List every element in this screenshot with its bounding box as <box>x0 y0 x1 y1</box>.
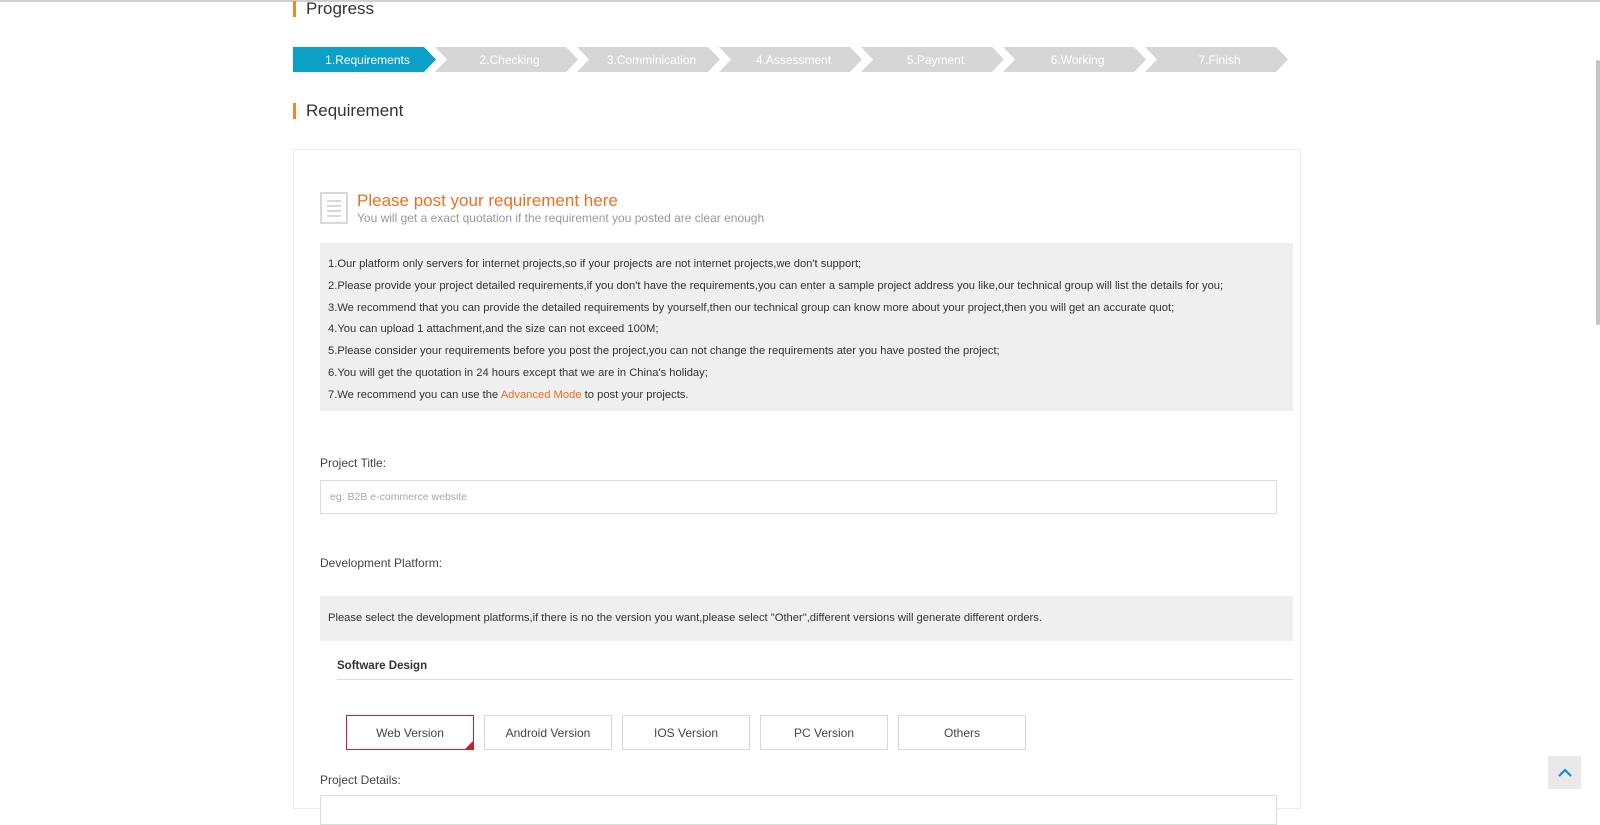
step-working[interactable]: 6.Working <box>1003 47 1146 72</box>
step-label: 2.Checking <box>479 52 540 67</box>
back-to-top-button[interactable] <box>1548 756 1581 789</box>
web-version-button[interactable]: Web Version <box>346 715 474 750</box>
ios-version-button[interactable]: IOS Version <box>622 715 750 750</box>
advanced-mode-link[interactable]: Advanced Mode <box>501 389 582 401</box>
rule-item: 4.You can upload 1 attachment,and the si… <box>328 323 659 336</box>
rule-prefix: 7.We recommend you can use the <box>328 388 501 401</box>
progress-title: Progress <box>293 0 374 18</box>
step-checking[interactable]: 2.Checking <box>435 47 578 72</box>
platform-label: Development Platform: <box>320 556 443 570</box>
step-label: 5.Payment <box>906 52 965 67</box>
platform-note: Please select the development platforms,… <box>320 596 1293 641</box>
software-design-heading: Software Design <box>337 660 428 672</box>
android-version-button[interactable]: Android Version <box>484 715 612 750</box>
step-finish[interactable]: 7.Finish <box>1145 47 1288 72</box>
scrollbar-thumb[interactable] <box>1596 60 1600 325</box>
chevron-up-icon <box>1557 767 1572 777</box>
step-requirements[interactable]: 1.Requirements <box>293 47 436 72</box>
step-label: 4.Assessment <box>755 52 832 67</box>
progress-steps: 1.Requirements 2.Checking 3.Comminicatio… <box>293 47 1293 72</box>
option-label: Others <box>943 725 980 740</box>
step-label: 1.Requirements <box>325 52 410 67</box>
option-label: Android Version <box>505 725 591 740</box>
top-border <box>0 0 1600 2</box>
project-details-textarea[interactable] <box>320 795 1277 825</box>
rule-item: 6.You will get the quotation in 24 hours… <box>328 366 708 379</box>
step-communication[interactable]: 3.Comminication <box>577 47 720 72</box>
step-assessment[interactable]: 4.Assessment <box>719 47 862 72</box>
rules-box: 1.Our platform only servers for internet… <box>320 243 1293 411</box>
pc-version-button[interactable]: PC Version <box>760 715 888 750</box>
requirement-card: Please post your requirement here You wi… <box>293 149 1301 825</box>
option-label: PC Version <box>793 725 855 740</box>
selected-corner-icon <box>465 741 473 749</box>
document-icon <box>320 192 348 224</box>
rule-suffix: to post your projects. <box>581 388 689 401</box>
project-details-label: Project Details: <box>320 773 401 787</box>
requirement-title: Requirement <box>293 102 403 120</box>
rule-item: 2.Please provide your project detailed r… <box>328 279 1224 292</box>
step-label: 3.Comminication <box>606 52 697 67</box>
project-title-input[interactable] <box>320 480 1277 514</box>
divider <box>337 679 1293 680</box>
requirement-heading: Please post your requirement here <box>357 191 618 210</box>
requirement-subheading: You will get a exact quotation if the re… <box>357 211 765 225</box>
rule-item: 3.We recommend that you can provide the … <box>328 301 1175 314</box>
rule-item: 1.Our platform only servers for internet… <box>328 258 862 270</box>
step-label: 7.Finish <box>1198 52 1241 67</box>
version-options: Web Version Android Version IOS Version … <box>346 715 1036 750</box>
step-payment[interactable]: 5.Payment <box>861 47 1004 72</box>
rule-item: 5.Please consider your requirements befo… <box>328 345 1000 358</box>
rule-item: 7.We recommend you can use the Advanced … <box>328 385 1285 407</box>
project-title-label: Project Title: <box>320 456 387 470</box>
step-label: 6.Working <box>1050 52 1105 67</box>
option-label: Web Version <box>376 725 444 740</box>
others-button[interactable]: Others <box>898 715 1026 750</box>
option-label: IOS Version <box>653 725 719 740</box>
